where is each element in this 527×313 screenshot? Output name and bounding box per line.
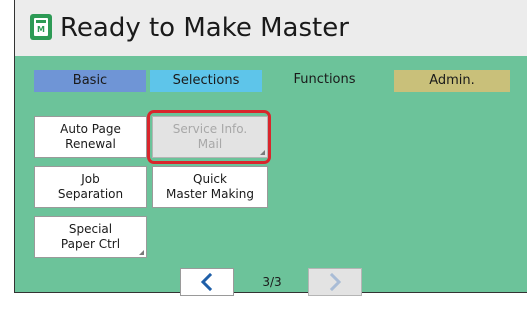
special-paper-ctrl-label: Special Paper Ctrl	[60, 222, 121, 251]
job-separation-button[interactable]: Job Separation	[34, 166, 147, 208]
quick-master-making-label: Quick Master Making	[165, 172, 254, 201]
auto-page-renewal-label: Auto Page Renewal	[60, 122, 121, 151]
special-paper-ctrl-button[interactable]: Special Paper Ctrl	[34, 216, 147, 258]
master-document-icon: M	[30, 14, 52, 40]
highlight-frame	[147, 110, 271, 164]
job-separation-label: Job Separation	[57, 172, 124, 201]
page-indicator: 3/3	[262, 275, 282, 289]
tab-admin[interactable]: Admin.	[394, 70, 510, 92]
master-icon-letter: M	[37, 25, 45, 34]
tab-basic[interactable]: Basic	[34, 70, 146, 92]
next-page-button[interactable]	[308, 268, 362, 296]
chevron-right-icon	[329, 273, 342, 291]
quick-master-making-button[interactable]: Quick Master Making	[152, 166, 268, 208]
tab-functions[interactable]: Functions	[266, 66, 383, 92]
auto-page-renewal-button[interactable]: Auto Page Renewal	[34, 116, 147, 158]
previous-page-button[interactable]	[180, 268, 234, 296]
page-title: Ready to Make Master	[60, 13, 349, 43]
chevron-left-icon	[200, 273, 213, 291]
submenu-corner-icon	[139, 250, 144, 255]
tab-selections[interactable]: Selections	[150, 70, 262, 92]
